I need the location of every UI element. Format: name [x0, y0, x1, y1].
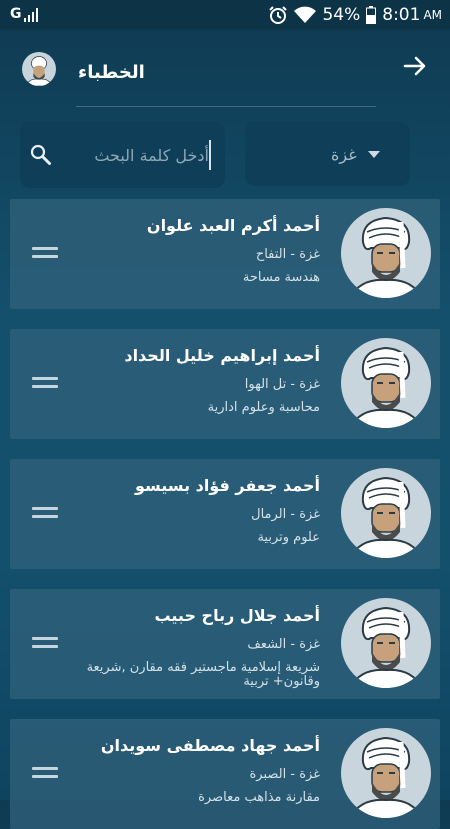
sheikh-avatar-icon [348, 346, 424, 428]
carrier-label: G [10, 6, 22, 22]
search-icon [30, 144, 51, 165]
preacher-location: غزة - الشعف [247, 637, 320, 652]
preacher-name: أحمد جهاد مصطفى سويدان [100, 736, 320, 755]
preacher-location: غزة - التفاح [255, 247, 320, 262]
preacher-avatar [341, 208, 431, 298]
preacher-avatar [341, 598, 431, 688]
sheikh-avatar-icon [25, 56, 53, 86]
alarm-icon [269, 6, 288, 24]
preacher-name: أحمد أكرم العبد علوان [146, 216, 320, 235]
clock-ampm: AM [423, 8, 442, 22]
preacher-specialty: مقارنة مذاهب معاصرة [198, 790, 320, 805]
preacher-specialty: شريعة إسلامية ماجستير فقه مقارن ,شريعة و… [86, 660, 320, 689]
header-divider [76, 106, 376, 107]
text-cursor [209, 140, 211, 170]
arrow-right-icon[interactable] [402, 53, 428, 79]
drag-handle-icon[interactable] [32, 767, 58, 781]
preacher-location: غزة - تل الهوا [244, 377, 320, 392]
preacher-location: غزة - الرمال [251, 507, 320, 522]
triangle-down-icon [368, 151, 380, 158]
preacher-name: أحمد جعفر فؤاد بسيسو [134, 476, 320, 495]
drag-handle-icon[interactable] [32, 247, 58, 261]
city-dropdown[interactable]: غزة [245, 122, 410, 186]
preacher-location: غزة - الصبرة [249, 767, 321, 782]
signal-icon [24, 8, 38, 22]
drag-handle-icon[interactable] [32, 507, 58, 521]
preacher-name: أحمد جلال رباح حبيب [154, 606, 320, 625]
battery-icon [366, 6, 377, 24]
battery-percent: 54% [322, 5, 361, 25]
preacher-specialty: علوم وتربية [257, 530, 320, 545]
preacher-card[interactable]: أحمد أكرم العبد علوان غزة - التفاح هندسة… [10, 199, 440, 309]
preacher-specialty: هندسة مساحة [242, 270, 320, 285]
preacher-avatar [341, 728, 431, 818]
drag-handle-icon[interactable] [32, 377, 58, 391]
preacher-card[interactable]: أحمد إبراهيم خليل الحداد غزة - تل الهوا … [10, 329, 440, 439]
preacher-card[interactable]: أحمد جعفر فؤاد بسيسو غزة - الرمال علوم و… [10, 459, 440, 569]
preacher-card[interactable]: أحمد جلال رباح حبيب غزة - الشعف شريعة إس… [10, 589, 440, 699]
preacher-avatar [341, 338, 431, 428]
search-input[interactable]: أدخل كلمة البحث [20, 122, 225, 188]
sheikh-avatar-icon [348, 216, 424, 298]
city-selected: غزة [331, 145, 357, 164]
preacher-specialty: محاسبة وعلوم ادارية [207, 400, 320, 415]
clock-time: 8:01 [382, 5, 421, 25]
page-title: الخطباء [78, 62, 145, 83]
preacher-name: أحمد إبراهيم خليل الحداد [124, 346, 320, 365]
search-placeholder: أدخل كلمة البحث [94, 146, 209, 165]
sheikh-avatar-icon [348, 606, 424, 688]
header-avatar [22, 52, 56, 86]
preacher-avatar [341, 468, 431, 558]
sheikh-avatar-icon [348, 476, 424, 558]
wifi-icon [294, 6, 317, 23]
drag-handle-icon[interactable] [32, 637, 58, 651]
status-bar: G 54% 8:01 AM [0, 0, 450, 30]
sheikh-avatar-icon [348, 736, 424, 818]
preacher-card[interactable]: أحمد جهاد مصطفى سويدان غزة - الصبرة مقار… [10, 719, 440, 829]
